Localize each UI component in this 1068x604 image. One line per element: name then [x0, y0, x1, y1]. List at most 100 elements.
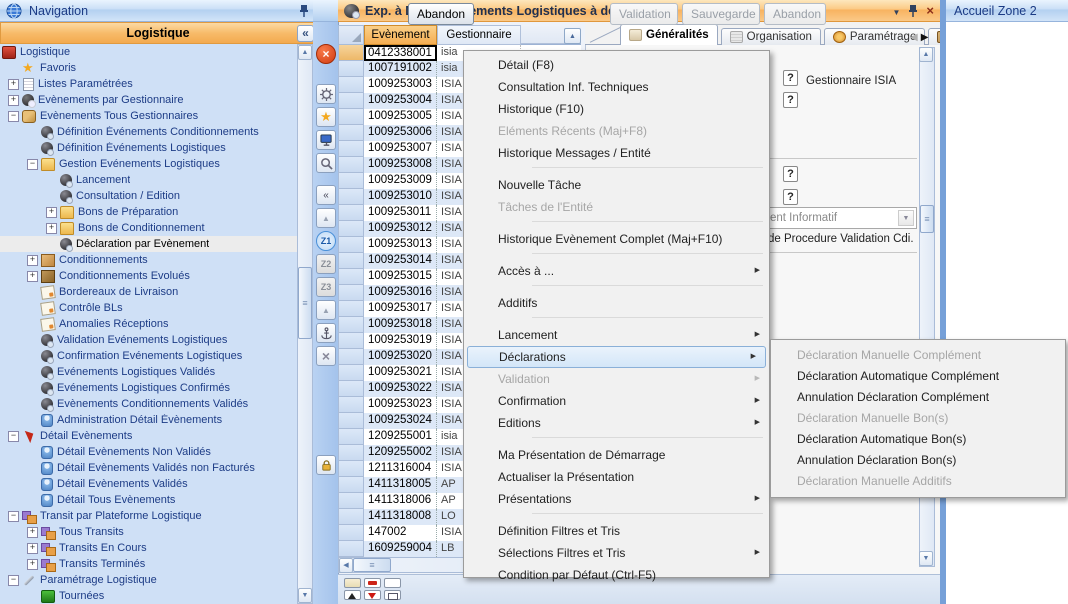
cell-evenement[interactable]: 1009253006 — [364, 125, 437, 141]
tree-item[interactable]: Tous Transits — [0, 524, 297, 540]
tree-expander-icon[interactable] — [6, 572, 22, 588]
cell-evenement[interactable]: 1009253012 — [364, 221, 437, 237]
menu-item[interactable] — [464, 167, 769, 174]
cell-evenement[interactable]: 1009253024 — [364, 413, 437, 429]
tree-expander-icon[interactable] — [25, 588, 41, 604]
cell-evenement[interactable]: 1009253010 — [364, 189, 437, 205]
row-header[interactable] — [338, 301, 364, 317]
row-header[interactable] — [338, 381, 364, 397]
column-header-evenement[interactable]: Evènement — [364, 25, 437, 45]
tree-item[interactable]: Bons de Conditionnement — [0, 220, 297, 236]
abandon-button[interactable]: Abandon — [408, 3, 474, 25]
menu-item[interactable] — [464, 253, 769, 260]
menu-item[interactable] — [464, 437, 769, 444]
menu-item[interactable]: Historique Messages / Entité — [464, 142, 769, 164]
menu-item[interactable]: Historique (F10) — [464, 98, 769, 120]
favorites-star-icon[interactable] — [316, 107, 336, 127]
row-header[interactable] — [338, 109, 364, 125]
menu-item[interactable] — [464, 285, 769, 292]
tree-item[interactable]: Paramétrage Logistique — [0, 572, 297, 588]
row-header[interactable] — [338, 125, 364, 141]
tree-item[interactable]: Consultation / Edition — [0, 188, 297, 204]
tree-item[interactable]: Tournées — [0, 588, 297, 604]
menu-item[interactable]: Sélections Filtres et Tris — [464, 542, 769, 564]
menu-item[interactable]: Déclarations — [467, 346, 766, 368]
tree-expander-icon[interactable] — [25, 156, 41, 172]
tabs-scroll-left-icon[interactable] — [910, 29, 918, 43]
tree-expander-icon[interactable] — [25, 252, 41, 268]
row-header[interactable] — [338, 365, 364, 381]
menu-item[interactable] — [464, 221, 769, 228]
tree-expander-icon[interactable] — [25, 556, 41, 572]
submenu-item[interactable]: Déclaration Manuelle Bon(s) — [771, 408, 1065, 429]
tree-expander-icon[interactable] — [25, 492, 41, 508]
tree-expander-icon[interactable] — [6, 76, 22, 92]
delete-icon[interactable] — [316, 346, 336, 366]
submenu-item[interactable]: Annulation Déclaration Bon(s) — [771, 450, 1065, 471]
help-button[interactable]: ? — [783, 189, 798, 205]
row-header[interactable] — [338, 221, 364, 237]
tree-item[interactable]: Bordereaux de Livraison — [0, 284, 297, 300]
zone2-button[interactable]: Z2 — [316, 254, 336, 274]
tree-expander-icon[interactable] — [25, 460, 41, 476]
tree-expander-icon[interactable] — [44, 172, 60, 188]
row-header[interactable] — [338, 493, 364, 509]
tree-item[interactable]: Gestion Evénements Logistiques — [0, 156, 297, 172]
menu-item[interactable]: Historique Evènement Complet (Maj+F10) — [464, 228, 769, 250]
zone3-button[interactable]: Z3 — [316, 277, 336, 297]
row-header[interactable] — [338, 317, 364, 333]
lock-icon[interactable] — [316, 455, 336, 475]
anchor-icon[interactable] — [316, 323, 336, 343]
grid-hscroll-thumb[interactable] — [353, 558, 391, 572]
cell-evenement[interactable]: 1009253013 — [364, 237, 437, 253]
submenu-item[interactable]: Déclaration Manuelle Complément — [771, 345, 1065, 366]
menu-item[interactable] — [464, 513, 769, 520]
validation-button[interactable]: Validation — [610, 3, 678, 25]
tree-item[interactable]: Anomalies Réceptions — [0, 316, 297, 332]
row-header[interactable] — [338, 509, 364, 525]
record-first-button[interactable] — [344, 578, 361, 588]
row-header[interactable] — [338, 461, 364, 477]
tree-item[interactable]: Définition Événements Conditionnements — [0, 124, 297, 140]
menu-item[interactable]: Validation — [464, 368, 769, 390]
row-header[interactable] — [338, 45, 364, 61]
tree-expander-icon[interactable] — [25, 124, 41, 140]
menu-item[interactable]: Ma Présentation de Démarrage — [464, 444, 769, 466]
row-header[interactable] — [338, 269, 364, 285]
row-header[interactable] — [338, 413, 364, 429]
menu-item[interactable]: Condition par Défaut (Ctrl-F5) — [464, 564, 769, 586]
tree-expander-icon[interactable] — [44, 236, 60, 252]
pin-icon[interactable] — [907, 4, 919, 18]
tab[interactable]: Généralités — [620, 24, 718, 45]
tabs-scroll-right-icon[interactable] — [921, 29, 929, 43]
tree-expander-icon[interactable] — [44, 204, 60, 220]
row-header[interactable] — [338, 189, 364, 205]
cell-evenement[interactable]: 1009253004 — [364, 93, 437, 109]
collapse-panel-button[interactable] — [297, 25, 314, 42]
help-button[interactable]: ? — [783, 70, 798, 86]
scroll-down-icon[interactable] — [298, 588, 312, 603]
grid-corner-cell[interactable] — [338, 25, 364, 45]
cell-evenement[interactable]: 1009253023 — [364, 397, 437, 413]
panel-scrollbar-thumb[interactable] — [920, 205, 934, 233]
tree-item[interactable]: Détail Tous Evènements — [0, 492, 297, 508]
row-header[interactable] — [338, 477, 364, 493]
column-header-gestionnaire[interactable]: Gestionnaire — [437, 25, 521, 45]
menu-item[interactable]: Présentations — [464, 488, 769, 510]
close-document-icon[interactable] — [926, 3, 934, 18]
tree-expander-icon[interactable] — [25, 348, 41, 364]
scroll-left-icon[interactable] — [339, 558, 353, 573]
submenu-item[interactable]: Déclaration Automatique Bon(s) — [771, 429, 1065, 450]
menu-item[interactable] — [464, 317, 769, 324]
tree-expander-icon[interactable] — [25, 412, 41, 428]
tree-item[interactable]: Favoris — [0, 60, 297, 76]
close-button[interactable] — [316, 44, 336, 64]
tree-expander-icon[interactable] — [6, 508, 22, 524]
scroll-up-icon[interactable]: ▲ — [919, 47, 933, 62]
abandon-button-2[interactable]: Abandon — [764, 3, 826, 25]
cell-evenement[interactable]: 1009253018 — [364, 317, 437, 333]
record-last-button[interactable] — [384, 590, 401, 600]
cell-evenement[interactable]: 1411318005 — [364, 477, 437, 493]
tree-expander-icon[interactable] — [25, 140, 41, 156]
submenu-item[interactable]: Déclaration Manuelle Additifs — [771, 471, 1065, 492]
